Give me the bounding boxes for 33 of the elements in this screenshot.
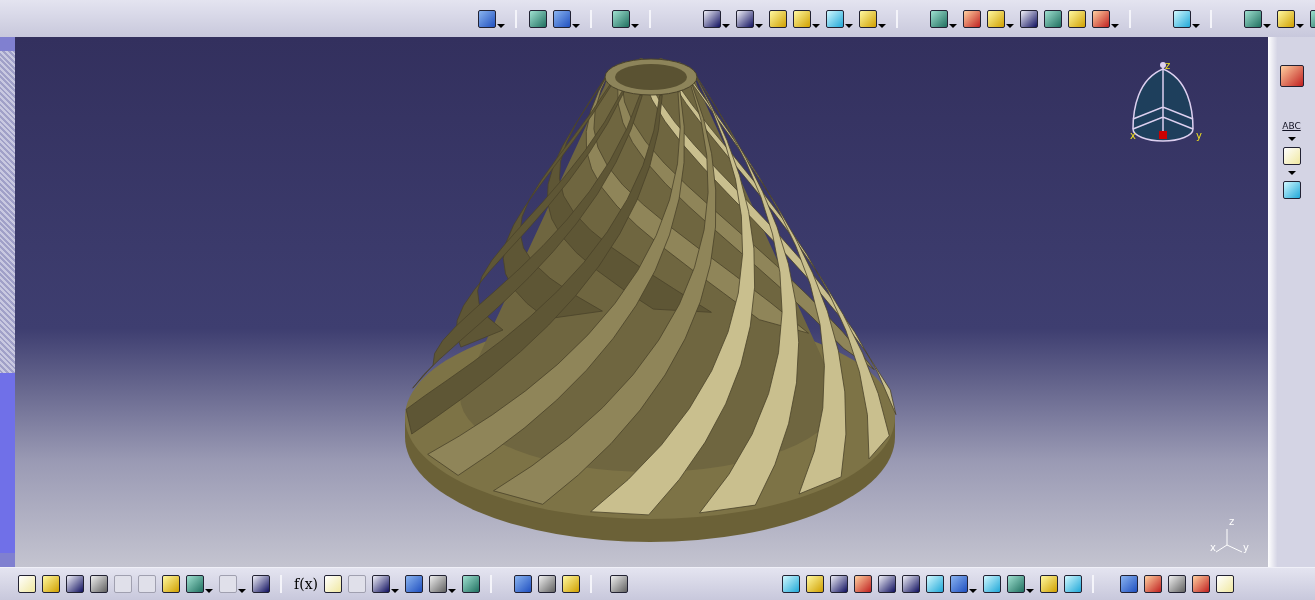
axis-x-label: x <box>1210 543 1216 553</box>
dropdown-arrow-icon[interactable] <box>1263 23 1271 28</box>
dropdown-arrow-icon[interactable] <box>1288 171 1296 175</box>
dropdown-arrow-icon[interactable] <box>391 589 399 593</box>
dropdown-arrow-icon[interactable] <box>1288 137 1296 141</box>
dropdown-arrow-icon[interactable] <box>949 23 957 28</box>
dropdown-arrow-icon[interactable] <box>1026 589 1034 593</box>
dropdown-arrow-icon[interactable] <box>497 23 505 28</box>
dropdown-arrow-icon[interactable] <box>1296 23 1304 28</box>
dropdown-arrow-icon[interactable] <box>722 23 730 28</box>
compass-x-label: x <box>1130 131 1136 141</box>
dropdown-arrow-icon[interactable] <box>755 23 763 28</box>
3d-viewport[interactable]: z x y z x y <box>15 37 1268 567</box>
vertical-scrollbar[interactable] <box>0 37 15 567</box>
formula-button[interactable]: f(x) <box>294 576 318 592</box>
axis-z-label: z <box>1229 517 1235 527</box>
compass-z-label: z <box>1165 61 1171 71</box>
dropdown-arrow-icon[interactable] <box>1006 23 1014 28</box>
dropdown-arrow-icon[interactable] <box>448 589 456 593</box>
dropdown-arrow-icon[interactable] <box>1192 23 1200 28</box>
dropdown-arrow-icon[interactable] <box>845 23 853 28</box>
text-annotation-button[interactable]: ABC <box>1282 121 1301 131</box>
scrollbar-thumb[interactable] <box>0 373 15 553</box>
dropdown-arrow-icon[interactable] <box>878 23 886 28</box>
compass-y-label: y <box>1196 131 1202 141</box>
dropdown-arrow-icon[interactable] <box>1111 23 1119 28</box>
dropdown-arrow-icon[interactable] <box>572 23 580 28</box>
axis-y-label: y <box>1243 543 1249 553</box>
dropdown-arrow-icon[interactable] <box>631 23 639 28</box>
dropdown-arrow-icon[interactable] <box>969 589 977 593</box>
dropdown-arrow-icon[interactable] <box>205 589 213 593</box>
dropdown-arrow-icon[interactable] <box>812 23 820 28</box>
dropdown-arrow-icon[interactable] <box>238 589 246 593</box>
